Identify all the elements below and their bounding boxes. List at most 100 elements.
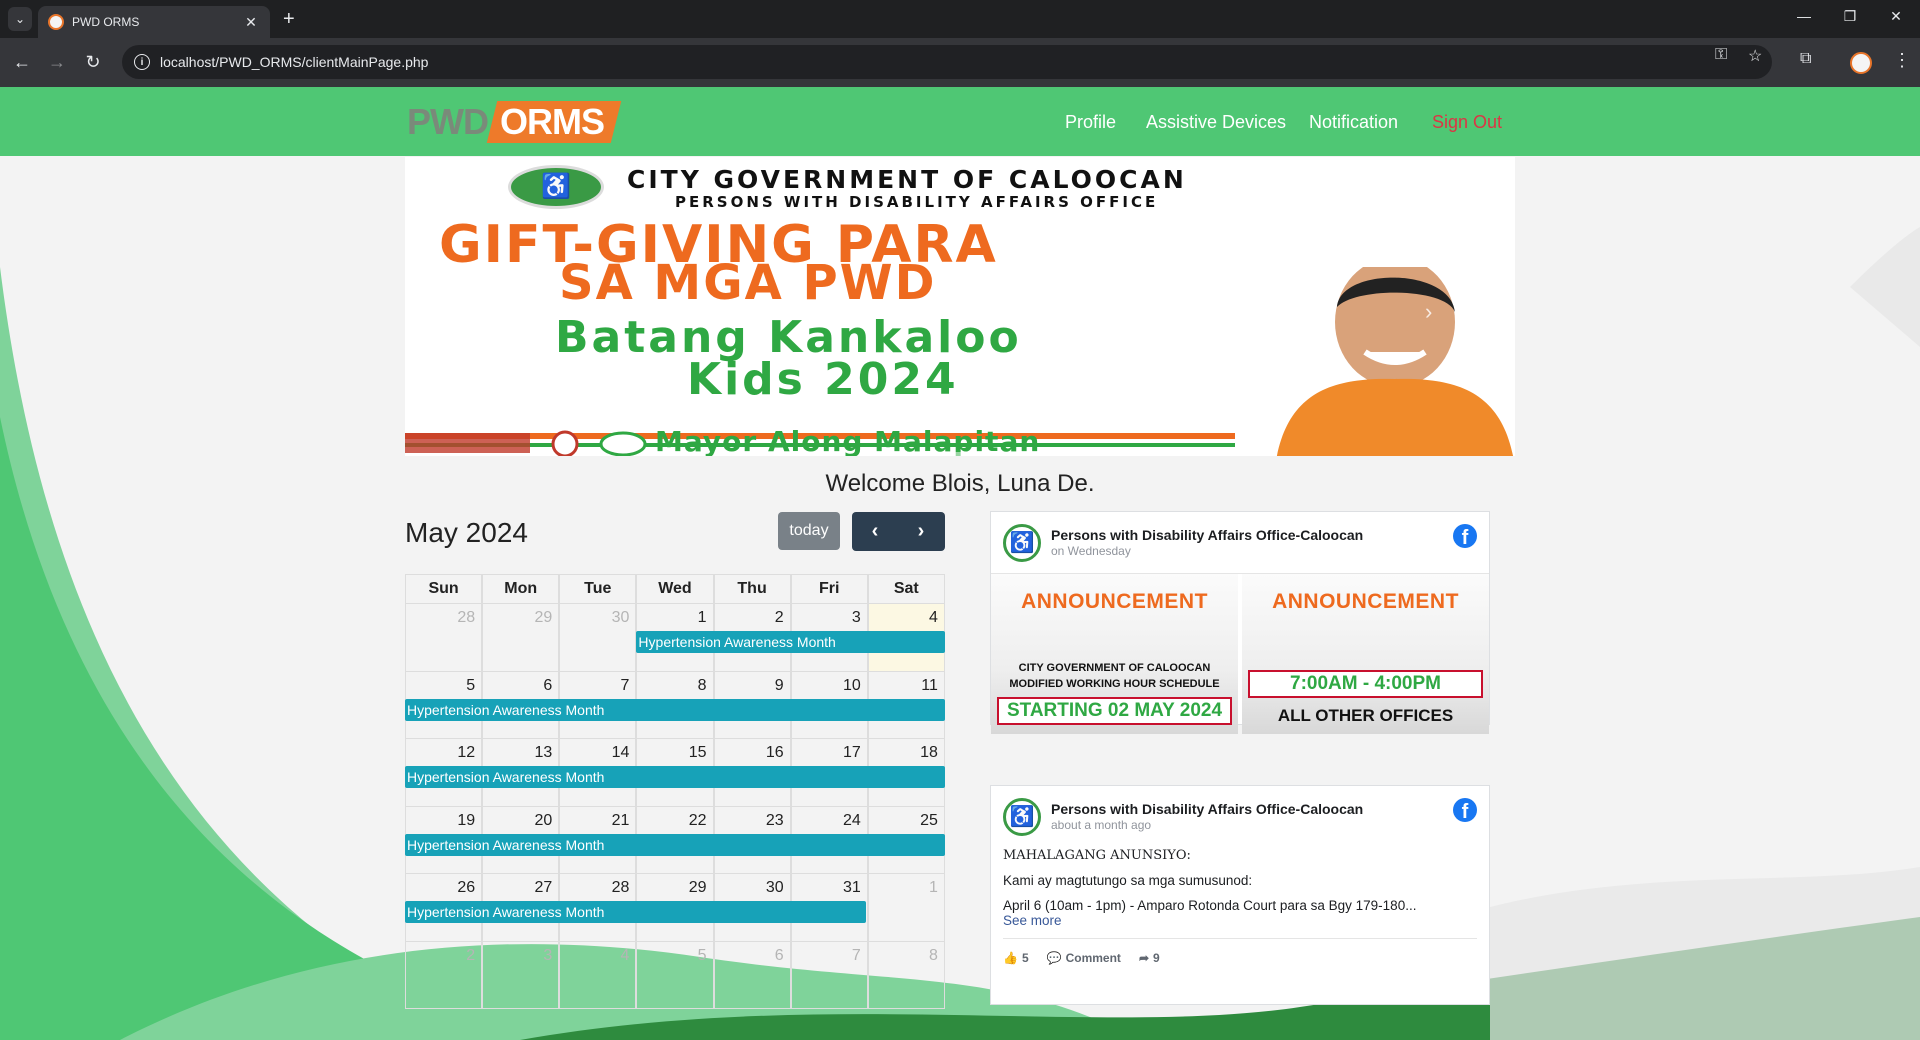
calendar-week: 19 20 21 22 23 24 25 Hypertension Awareness Mon… — [405, 806, 945, 874]
tab-close-icon[interactable]: ✕ — [242, 14, 260, 31]
carousel-indicator-2[interactable] — [934, 452, 972, 456]
fb-see-more-link[interactable]: See more — [1003, 913, 1062, 928]
banner-city-government: CITY GOVERNMENT OF CALOOCAN — [627, 165, 1187, 194]
banner-pdao: PERSONS WITH DISABILITY AFFAIRS OFFICE — [675, 193, 1159, 211]
calendar-day[interactable]: 4 — [559, 941, 637, 1009]
fb-post-header: ♿ Persons with Disability Affairs Office… — [991, 512, 1489, 574]
calendar-title: May 2024 — [405, 517, 528, 548]
fb-post-images: ANNOUNCEMENT CITY GOVERNMENT OF CALOOCAN… — [991, 574, 1489, 734]
welcome-message: Welcome Blois, Luna De. — [825, 470, 1095, 497]
back-icon[interactable]: ← — [10, 50, 34, 74]
fb-post-header: ♿ Persons with Disability Affairs Office… — [991, 786, 1489, 848]
calendar-day[interactable]: 29 — [482, 604, 560, 672]
calendar-event[interactable]: Hypertension Awareness Month — [405, 766, 945, 788]
nav-sign-out[interactable]: Sign Out — [1432, 112, 1502, 133]
calendar-week: 5 6 7 8 9 10 11 Hypertension Awareness Month — [405, 671, 945, 739]
fb-page-name[interactable]: Persons with Disability Affairs Office-C… — [1051, 527, 1363, 543]
announcement-image-1[interactable]: ANNOUNCEMENT CITY GOVERNMENT OF CALOOCAN… — [991, 574, 1238, 734]
tab-search-dropdown-icon[interactable]: ⌄ — [8, 7, 32, 31]
pdao-avatar[interactable]: ♿ — [1003, 524, 1041, 562]
banner-carousel[interactable]: ♿ CITY GOVERNMENT OF CALOOCAN PERSONS WI… — [405, 157, 1515, 456]
calendar-day[interactable]: 7 — [790, 941, 868, 1009]
calendar-week: 28 29 30 1 2 3 4 Hypertension Awareness Month — [405, 604, 945, 672]
calendar-event[interactable]: Hypertension Awareness Month — [405, 698, 945, 721]
announcement-image-2[interactable]: ANNOUNCEMENT 7:00AM - 4:00PM ALL OTHER O… — [1242, 574, 1489, 734]
tab-title: PWD ORMS — [72, 15, 140, 29]
calendar-day[interactable]: 5 — [636, 941, 714, 1009]
weekday-sun: Sun — [405, 574, 483, 604]
site-navbar: PWD ORMS Profile Assistive Devices Notif… — [0, 87, 1920, 156]
facebook-icon[interactable]: f — [1453, 524, 1477, 548]
calendar-day[interactable]: 8 — [867, 941, 945, 1009]
browser-toolbar: ← → ↻ i localhost/PWD_ORMS/clientMainPag… — [0, 38, 1920, 87]
calendar-today-button[interactable]: today — [778, 512, 840, 550]
calendar-event[interactable]: Hypertension Awareness Month — [405, 901, 866, 923]
weekday-sat: Sat — [867, 574, 945, 604]
nav-notification[interactable]: Notification — [1309, 112, 1398, 133]
forward-icon[interactable]: → — [45, 50, 69, 74]
fb-post-time[interactable]: on Wednesday — [1051, 544, 1131, 558]
restore-icon[interactable]: ❐ — [1840, 8, 1860, 25]
calendar-event[interactable]: Hypertension Awareness Month — [636, 631, 945, 653]
pdao-avatar[interactable]: ♿ — [1003, 798, 1041, 836]
carousel-indicators — [890, 452, 1016, 456]
calendar-prev-icon[interactable]: ‹ — [852, 512, 898, 551]
calendar-day[interactable]: 6 — [713, 941, 791, 1009]
browser-menu-icon[interactable]: ⋮ — [1893, 50, 1911, 71]
banner-title-2: SA MGA PWD — [559, 255, 937, 311]
browser-tab-bar: ⌄ PWD ORMS ✕ + — ❐ ✕ — [0, 0, 1920, 38]
facebook-post[interactable]: ♿ Persons with Disability Affairs Office… — [990, 511, 1490, 734]
fb-post-time[interactable]: about a month ago — [1051, 818, 1151, 832]
fb-share-button[interactable]: ➦ 9 — [1139, 951, 1160, 965]
profile-avatar[interactable] — [1850, 52, 1872, 74]
announcement-other-offices: ALL OTHER OFFICES — [1277, 706, 1454, 725]
weekday-thu: Thu — [713, 574, 791, 604]
thumbs-up-icon: 👍 — [1003, 951, 1018, 965]
fb-like-button[interactable]: 👍 5 — [1003, 951, 1029, 965]
fb-comment-button[interactable]: 💬 Comment — [1047, 951, 1121, 965]
fb-post-heading: MAHALAGANG ANUNSIYO: — [1003, 848, 1191, 863]
nav-assistive-devices[interactable]: Assistive Devices — [1146, 112, 1286, 133]
nav-profile[interactable]: Profile — [1065, 112, 1116, 133]
weekday-mon: Mon — [482, 574, 560, 604]
extensions-icon[interactable]: ⧉ — [1800, 50, 1811, 68]
bookmark-star-icon[interactable]: ☆ — [1748, 46, 1762, 66]
calendar-day[interactable]: 28 — [405, 604, 483, 672]
pwd-orms-logo[interactable]: PWD ORMS — [407, 101, 622, 143]
calendar-week: 26 27 28 29 30 31 1 Hypertension Awareness Mont… — [405, 874, 945, 942]
calendar-event[interactable]: Hypertension Awareness Month — [405, 833, 945, 856]
calendar-day[interactable]: 2 — [405, 941, 483, 1009]
fb-share-count: 9 — [1153, 951, 1160, 965]
password-key-icon[interactable]: ⚿ — [1715, 46, 1727, 64]
carousel-indicator-3[interactable] — [978, 452, 1016, 456]
url-text: localhost/PWD_ORMS/clientMainPage.php — [160, 54, 429, 70]
calendar-day[interactable]: 3 — [482, 941, 560, 1009]
minimize-icon[interactable]: — — [1794, 8, 1814, 24]
browser-tab[interactable]: PWD ORMS ✕ — [38, 6, 270, 38]
fb-comment-label: Comment — [1065, 951, 1121, 965]
caloocan-seal-icon: ♿ — [508, 165, 604, 209]
announcement-subtitle-1: CITY GOVERNMENT OF CALOOCAN — [1018, 662, 1211, 674]
tab-favicon-icon — [48, 14, 64, 30]
address-bar[interactable]: i localhost/PWD_ORMS/clientMainPage.php — [122, 45, 1772, 79]
close-window-icon[interactable]: ✕ — [1886, 8, 1906, 25]
calendar-week: 12 13 14 15 16 17 18 Hypertension Awareness Mon… — [405, 739, 945, 807]
reload-icon[interactable]: ↻ — [81, 50, 105, 74]
calendar-nav-group: ‹ › — [852, 512, 945, 551]
facebook-icon[interactable]: f — [1453, 798, 1477, 822]
calendar-day[interactable]: 1 — [867, 874, 945, 942]
fb-post-actions: 👍 5 💬 Comment ➦ 9 — [991, 939, 1489, 977]
facebook-post[interactable]: ♿ Persons with Disability Affairs Office… — [990, 785, 1490, 1005]
calendar-day[interactable]: 30 — [559, 604, 637, 672]
new-tab-icon[interactable]: + — [283, 8, 295, 30]
calendar-next-icon[interactable]: › — [898, 512, 944, 551]
carousel-indicator-1[interactable] — [890, 452, 928, 456]
announcement-subtitle-2: MODIFIED WORKING HOUR SCHEDULE — [1009, 678, 1220, 690]
site-info-icon[interactable]: i — [134, 54, 150, 70]
logo-pwd-text: PWD — [407, 101, 489, 142]
fb-post-line-1: Kami ay magtutungo sa mga sumusunod: — [1003, 873, 1253, 888]
fb-page-name[interactable]: Persons with Disability Affairs Office-C… — [1051, 801, 1363, 817]
logo-orms-text: ORMS — [500, 101, 604, 142]
comment-icon: 💬 — [1046, 951, 1062, 965]
carousel-next-icon[interactable]: › — [1425, 299, 1432, 325]
